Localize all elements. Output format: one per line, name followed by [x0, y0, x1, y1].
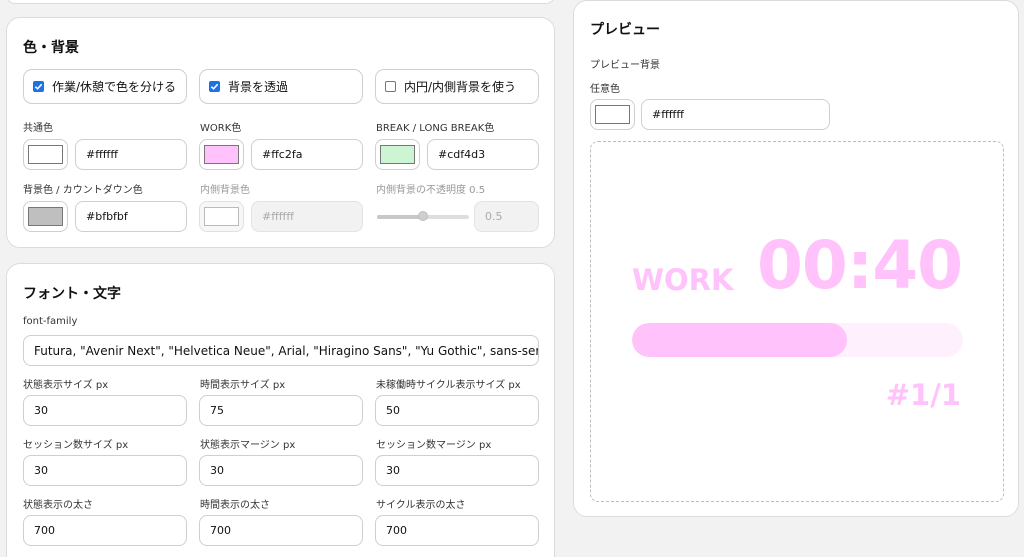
color-section-title: 色・背景: [23, 40, 79, 56]
break-color-swatch: [380, 145, 415, 164]
previous-card-edge: [6, 0, 555, 4]
inner-circle-label: 内円/内側背景を使う: [404, 80, 517, 94]
checkbox-unchecked-icon: [385, 81, 396, 92]
preview-bg-input[interactable]: #ffffff: [641, 99, 830, 130]
status-weight-label: 状態表示の太さ: [23, 500, 93, 511]
time-weight-input[interactable]: 700: [199, 515, 363, 546]
cycle-weight-label: サイクル表示の太さ: [376, 500, 466, 511]
status-size-label: 状態表示サイズ px: [23, 380, 109, 391]
bg-countdown-color-label: 背景色 / カウントダウン色: [23, 185, 143, 196]
timer-progress-bar: [632, 323, 963, 357]
slider-fill: [377, 215, 423, 219]
inner-opacity-input[interactable]: 0.5: [474, 201, 539, 232]
preview-bg-color-picker[interactable]: [590, 99, 635, 130]
break-color-label: BREAK / LONG BREAK色: [376, 123, 495, 134]
transparent-bg-checkbox[interactable]: 背景を透過: [199, 69, 363, 104]
slider-thumb[interactable]: [418, 211, 428, 221]
status-margin-label: 状態表示マージン px: [200, 440, 296, 451]
work-color-picker[interactable]: [199, 139, 244, 170]
timer-status-text: WORK: [632, 263, 734, 297]
idle-cycle-size-input[interactable]: 50: [375, 395, 539, 426]
common-color-picker[interactable]: [23, 139, 68, 170]
break-color-input[interactable]: #cdf4d3: [427, 139, 539, 170]
time-size-input[interactable]: 75: [199, 395, 363, 426]
split-colors-checkbox[interactable]: 作業/休憩で色を分ける: [23, 69, 187, 104]
session-size-input[interactable]: 30: [23, 455, 187, 486]
inner-circle-checkbox[interactable]: 内円/内側背景を使う: [375, 69, 539, 104]
common-color-label: 共通色: [23, 123, 53, 134]
status-size-input[interactable]: 30: [23, 395, 187, 426]
common-color-input[interactable]: #ffffff: [75, 139, 187, 170]
time-size-label: 時間表示サイズ px: [200, 380, 286, 391]
work-color-label: WORK色: [200, 123, 242, 134]
font-section-title: フォント・文字: [23, 286, 121, 302]
split-colors-label: 作業/休憩で色を分ける: [52, 80, 177, 94]
bg-countdown-color-picker[interactable]: [23, 201, 68, 232]
timer-preview-area: WORK 00:40 #1/1: [590, 141, 1004, 502]
work-color-swatch: [204, 145, 239, 164]
timer-progress-fill: [632, 323, 848, 357]
work-color-input[interactable]: #ffc2fa: [251, 139, 363, 170]
time-weight-label: 時間表示の太さ: [200, 500, 270, 511]
checkbox-checked-icon: [33, 81, 44, 92]
common-color-swatch: [28, 145, 63, 164]
session-margin-input[interactable]: 30: [375, 455, 539, 486]
font-family-label: font-family: [23, 316, 78, 327]
timer-time-text: 00:40: [757, 227, 963, 304]
status-margin-input[interactable]: 30: [199, 455, 363, 486]
inner-bg-color-picker[interactable]: [199, 201, 244, 232]
bg-countdown-color-input[interactable]: #bfbfbf: [75, 201, 187, 232]
custom-color-label: 任意色: [590, 84, 620, 95]
color-background-card: 色・背景 作業/休憩で色を分ける 背景を透過 内円/内側背景を使う 共通色 #f…: [6, 17, 555, 248]
inner-bg-color-input[interactable]: #ffffff: [251, 201, 363, 232]
preview-bg-swatch: [595, 105, 630, 124]
session-size-label: セッション数サイズ px: [23, 440, 129, 451]
checkbox-checked-icon: [209, 81, 220, 92]
session-margin-label: セッション数マージン px: [376, 440, 492, 451]
inner-bg-color-swatch: [204, 207, 239, 226]
inner-bg-color-label: 内側背景色: [200, 185, 250, 196]
idle-cycle-size-label: 未稼働時サイクル表示サイズ px: [376, 380, 521, 391]
font-text-card: フォント・文字 font-family Futura, "Avenir Next…: [6, 263, 555, 557]
preview-title: プレビュー: [590, 22, 660, 38]
bg-countdown-color-swatch: [28, 207, 63, 226]
cycle-weight-input[interactable]: 700: [375, 515, 539, 546]
font-family-input[interactable]: Futura, "Avenir Next", "Helvetica Neue",…: [23, 335, 539, 366]
inner-opacity-label: 内側背景の不透明度 0.5: [376, 185, 486, 196]
transparent-bg-label: 背景を透過: [228, 80, 289, 94]
preview-bg-label: プレビュー背景: [590, 60, 660, 71]
timer-cycle-text: #1/1: [885, 378, 961, 412]
preview-card: プレビュー プレビュー背景 任意色 #ffffff WORK 00:40 #1/…: [573, 0, 1019, 517]
inner-opacity-slider[interactable]: [377, 211, 469, 221]
break-color-picker[interactable]: [375, 139, 420, 170]
status-weight-input[interactable]: 700: [23, 515, 187, 546]
